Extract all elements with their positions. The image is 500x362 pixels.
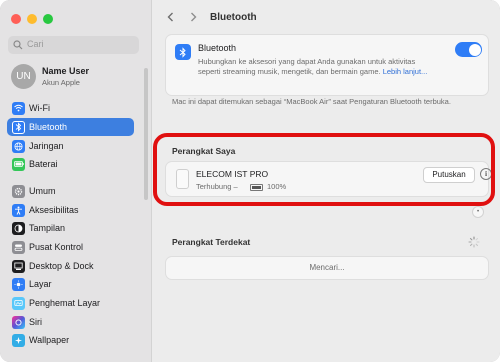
sidebar-item-siri[interactable]: Siri <box>7 313 134 331</box>
search-placeholder: Cari <box>27 39 44 49</box>
sidebar-item-display[interactable]: Layar <box>7 275 134 293</box>
sidebar-item-label: Wallpaper <box>29 335 70 345</box>
sidebar-item-wallpaper[interactable]: Wallpaper <box>7 331 134 349</box>
chevron-left-icon <box>167 12 173 22</box>
sidebar-item-desktop-dock[interactable]: Desktop & Dock <box>7 257 134 275</box>
discoverable-note: Mac ini dapat ditemukan sebagai “MacBook… <box>172 97 451 106</box>
forward-button[interactable] <box>186 10 200 24</box>
profile-subtitle: Akun Apple <box>42 78 80 87</box>
sidebar-item-general[interactable]: Umum <box>7 182 134 200</box>
display-icon <box>12 277 25 291</box>
dock-icon <box>12 259 25 273</box>
sidebar-item-label: Bluetooth <box>29 122 68 132</box>
appearance-icon <box>12 221 25 235</box>
siri-icon <box>12 315 25 329</box>
settings-window: Cari UN Name User Akun Apple Wi-Fi Bluet… <box>0 0 500 362</box>
screensaver-icon <box>12 296 25 310</box>
bluetooth-title: Bluetooth <box>198 43 237 53</box>
chevron-right-icon <box>191 12 197 22</box>
nearby-devices-list: Mencari... <box>165 256 489 280</box>
sidebar-item-label: Baterai <box>29 159 58 169</box>
scroll-indicator: • <box>472 206 484 218</box>
sidebar-item-label: Wi-Fi <box>29 103 50 113</box>
loading-spinner-icon <box>468 236 480 248</box>
sidebar-item-label: Pusat Kontrol <box>29 242 84 252</box>
minimize-window-button[interactable] <box>27 14 37 24</box>
searching-status: Mencari... <box>309 263 345 272</box>
sidebar-item-label: Aksesibilitas <box>29 205 79 215</box>
search-icon <box>13 40 23 50</box>
learn-more-link[interactable]: Lebih lanjut... <box>383 67 428 76</box>
toolbar: Bluetooth <box>152 0 500 34</box>
sidebar-item-wifi[interactable]: Wi-Fi <box>7 99 134 117</box>
sidebar-item-label: Umum <box>29 186 56 196</box>
apple-account-profile[interactable]: UN Name User Akun Apple <box>10 64 140 90</box>
sidebar: Cari UN Name User Akun Apple Wi-Fi Bluet… <box>0 0 152 362</box>
sidebar-item-accessibility[interactable]: Aksesibilitas <box>7 201 134 219</box>
sidebar-item-appearance[interactable]: Tampilan <box>7 219 134 237</box>
sidebar-scrollbar[interactable] <box>144 68 148 200</box>
sidebar-item-bluetooth[interactable]: Bluetooth <box>7 118 134 136</box>
profile-name: Name User <box>42 66 90 76</box>
bluetooth-description: Hubungkan ke aksesori yang dapat Anda gu… <box>198 57 433 77</box>
sidebar-item-screen-saver[interactable]: Penghemat Layar <box>7 294 134 312</box>
sidebar-item-label: Penghemat Layar <box>29 298 101 308</box>
control-center-icon <box>12 240 25 254</box>
bluetooth-icon <box>12 120 25 134</box>
avatar: UN <box>11 64 36 89</box>
battery-icon <box>12 157 25 171</box>
sidebar-item-control-center[interactable]: Pusat Kontrol <box>7 238 134 256</box>
sidebar-item-label: Desktop & Dock <box>29 261 94 271</box>
sidebar-item-label: Siri <box>29 317 42 327</box>
sidebar-item-label: Layar <box>29 279 52 289</box>
page-title: Bluetooth <box>210 12 257 23</box>
toggle-knob <box>468 43 481 56</box>
zoom-window-button[interactable] <box>43 14 53 24</box>
wallpaper-icon <box>12 333 25 347</box>
back-button[interactable] <box>164 10 178 24</box>
sidebar-item-label: Jaringan <box>29 141 64 151</box>
bluetooth-settings-card: Bluetooth Hubungkan ke aksesori yang dap… <box>165 34 489 96</box>
bluetooth-icon <box>175 44 191 60</box>
accessibility-icon <box>12 203 25 217</box>
wifi-icon <box>12 101 25 115</box>
highlight-annotation <box>153 133 495 206</box>
sidebar-item-label: Tampilan <box>29 223 66 233</box>
sidebar-item-battery[interactable]: Baterai <box>7 155 134 173</box>
bluetooth-toggle[interactable] <box>455 42 482 57</box>
search-input[interactable]: Cari <box>8 36 139 54</box>
gear-icon <box>12 184 25 198</box>
globe-icon <box>12 139 25 153</box>
nearby-devices-heading: Perangkat Terdekat <box>172 237 251 247</box>
close-window-button[interactable] <box>11 14 21 24</box>
sidebar-item-network[interactable]: Jaringan <box>7 137 134 155</box>
